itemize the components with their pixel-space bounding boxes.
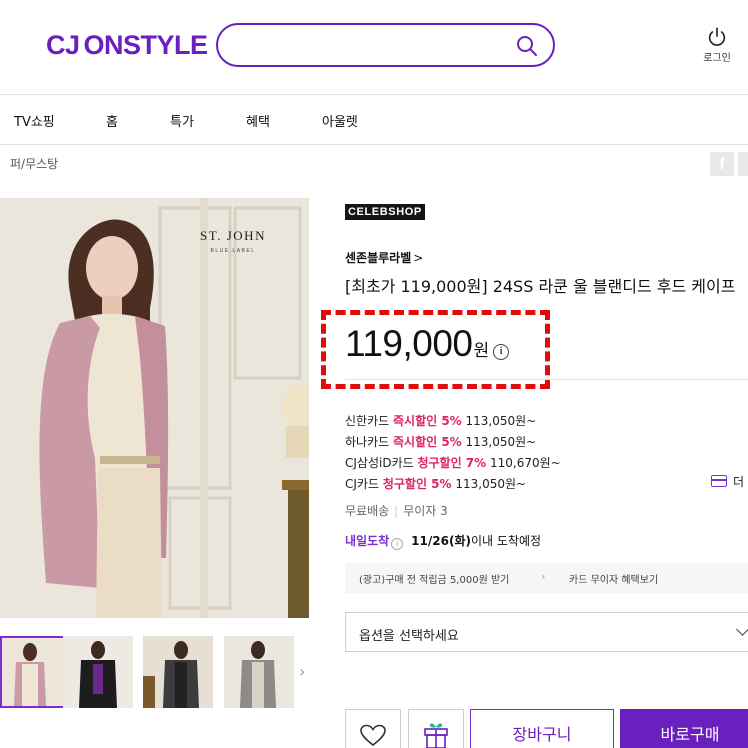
thumbnail-3-image [143,636,213,708]
thumbnail-next-button[interactable]: › [299,662,305,681]
facebook-share-button[interactable]: f [710,152,734,176]
delivery-info-icon[interactable]: i [391,538,404,550]
thumbnail-1-image [2,638,68,706]
product-main-image[interactable]: ST. JOHN BLUE LABEL [0,198,309,618]
card-name: CJ삼성iD카드 [345,456,418,470]
thumbnail-2[interactable] [63,636,133,708]
power-icon [708,27,726,46]
chevron-down-icon [736,623,748,636]
search-input[interactable] [234,35,504,55]
delivery-suffix: 이내 도착예정 [470,534,542,548]
thumbnail-4-image [224,636,294,708]
nav-item-deals[interactable]: 특가 [170,111,194,130]
gift-icon [424,723,448,748]
nav-item-home[interactable]: 홈 [106,111,118,130]
installment-label: 무이자 3 [403,504,448,518]
thumbnail-2-image [63,636,133,708]
reward-promo-link[interactable]: (광고)구매 전 적립금 5,000원 받기 [359,571,509,586]
main-nav: TV쇼핑 홈 특가 혜택 아울렛 [0,111,748,131]
login-label: 로그인 [703,53,731,64]
discount-price: 113,050원~ [461,414,537,428]
next-day-delivery-tag: 내일도착 [345,534,390,548]
card-discount-row: 신한카드 즉시할인 5% 113,050원~ [345,411,561,432]
card-name: 신한카드 [345,414,393,428]
image-brand-subtext: BLUE LABEL [210,248,255,254]
option-placeholder: 옵션을 선택하세요 [359,629,459,644]
nav-divider [0,144,748,145]
search-icon[interactable] [515,34,539,58]
option-select[interactable]: 옵션을 선택하세요 [345,612,748,652]
card-discount-row: 하나카드 즉시할인 5% 113,050원~ [345,432,561,453]
nav-item-benefits[interactable]: 혜택 [246,111,270,130]
add-to-cart-button[interactable]: 장바구니 [470,709,614,748]
promo-bar: (광고)구매 전 적립금 5,000원 받기 › 카드 무이자 혜택보기 [345,563,748,593]
card-installment-link[interactable]: 카드 무이자 혜택보기 [569,571,658,586]
product-photo: ST. JOHN BLUE LABEL [0,198,309,618]
more-benefits-link[interactable]: 더 [733,473,744,490]
product-brand: 센존블루라벨 [345,251,412,265]
delivery-info: 내일도착 i 11/26(화)이내 도착예정 [345,532,541,550]
price-highlight-box [321,310,550,389]
delivery-date: 11/26(화) [411,534,471,548]
celebshop-badge: CELEBSHOP [345,204,425,220]
discount-price: 113,050원~ [461,435,537,449]
search-bar[interactable] [216,23,555,67]
card-discount-row: CJ카드 청구할인 5% 113,050원~ [345,474,561,495]
header-divider [0,94,748,95]
discount-price: 110,670원~ [486,456,561,470]
breadcrumb[interactable]: 퍼/무스탕 [10,155,58,172]
price-divider [345,379,748,380]
gift-button[interactable] [408,709,464,748]
card-name: CJ카드 [345,477,383,491]
discount-type: 청구할인 7% [417,456,487,470]
login-button[interactable]: 로그인 [697,26,737,64]
logo-cj: CJ [46,30,80,60]
heart-icon [360,724,386,747]
logo[interactable]: CJ ONSTYLE [46,30,208,61]
nav-item-tv-shopping[interactable]: TV쇼핑 [14,111,55,130]
card-icon[interactable] [711,475,727,487]
shipping-separator: | [394,504,399,518]
logo-onstyle: ONSTYLE [83,30,209,60]
discount-type: 즉시할인 5% [392,435,462,449]
nav-item-outlet[interactable]: 아울렛 [322,111,358,130]
wishlist-button[interactable] [345,709,401,748]
thumbnail-strip: › [0,636,320,708]
card-name: 하나카드 [345,435,393,449]
free-shipping-label: 무료배송 [345,504,390,518]
image-brand-text: ST. JOHN [200,228,266,243]
discount-type: 즉시할인 5% [392,414,462,428]
discount-price: 113,050원~ [451,477,527,491]
thumbnail-4[interactable] [224,636,294,708]
thumbnail-1[interactable] [0,636,70,708]
card-discount-row: CJ삼성iD카드 청구할인 7% 110,670원~ [345,453,561,474]
promo-chevron-icon: › [541,570,546,583]
thumbnail-3[interactable] [143,636,213,708]
brand-chevron-icon: > [413,251,424,265]
product-title: [최초가 119,000원] 24SS 라쿤 울 블랜디드 후드 케이프 [345,277,736,296]
card-discount-list: 신한카드 즉시할인 5% 113,050원~ 하나카드 즉시할인 5% 113,… [345,411,561,495]
discount-type: 청구할인 5% [382,477,452,491]
product-brand-link[interactable]: 센존블루라벨 > [345,249,423,266]
share-button[interactable] [738,152,748,176]
buy-now-button[interactable]: 바로구매 [620,709,748,748]
shipping-info: 무료배송 | 무이자 3 [345,502,448,519]
